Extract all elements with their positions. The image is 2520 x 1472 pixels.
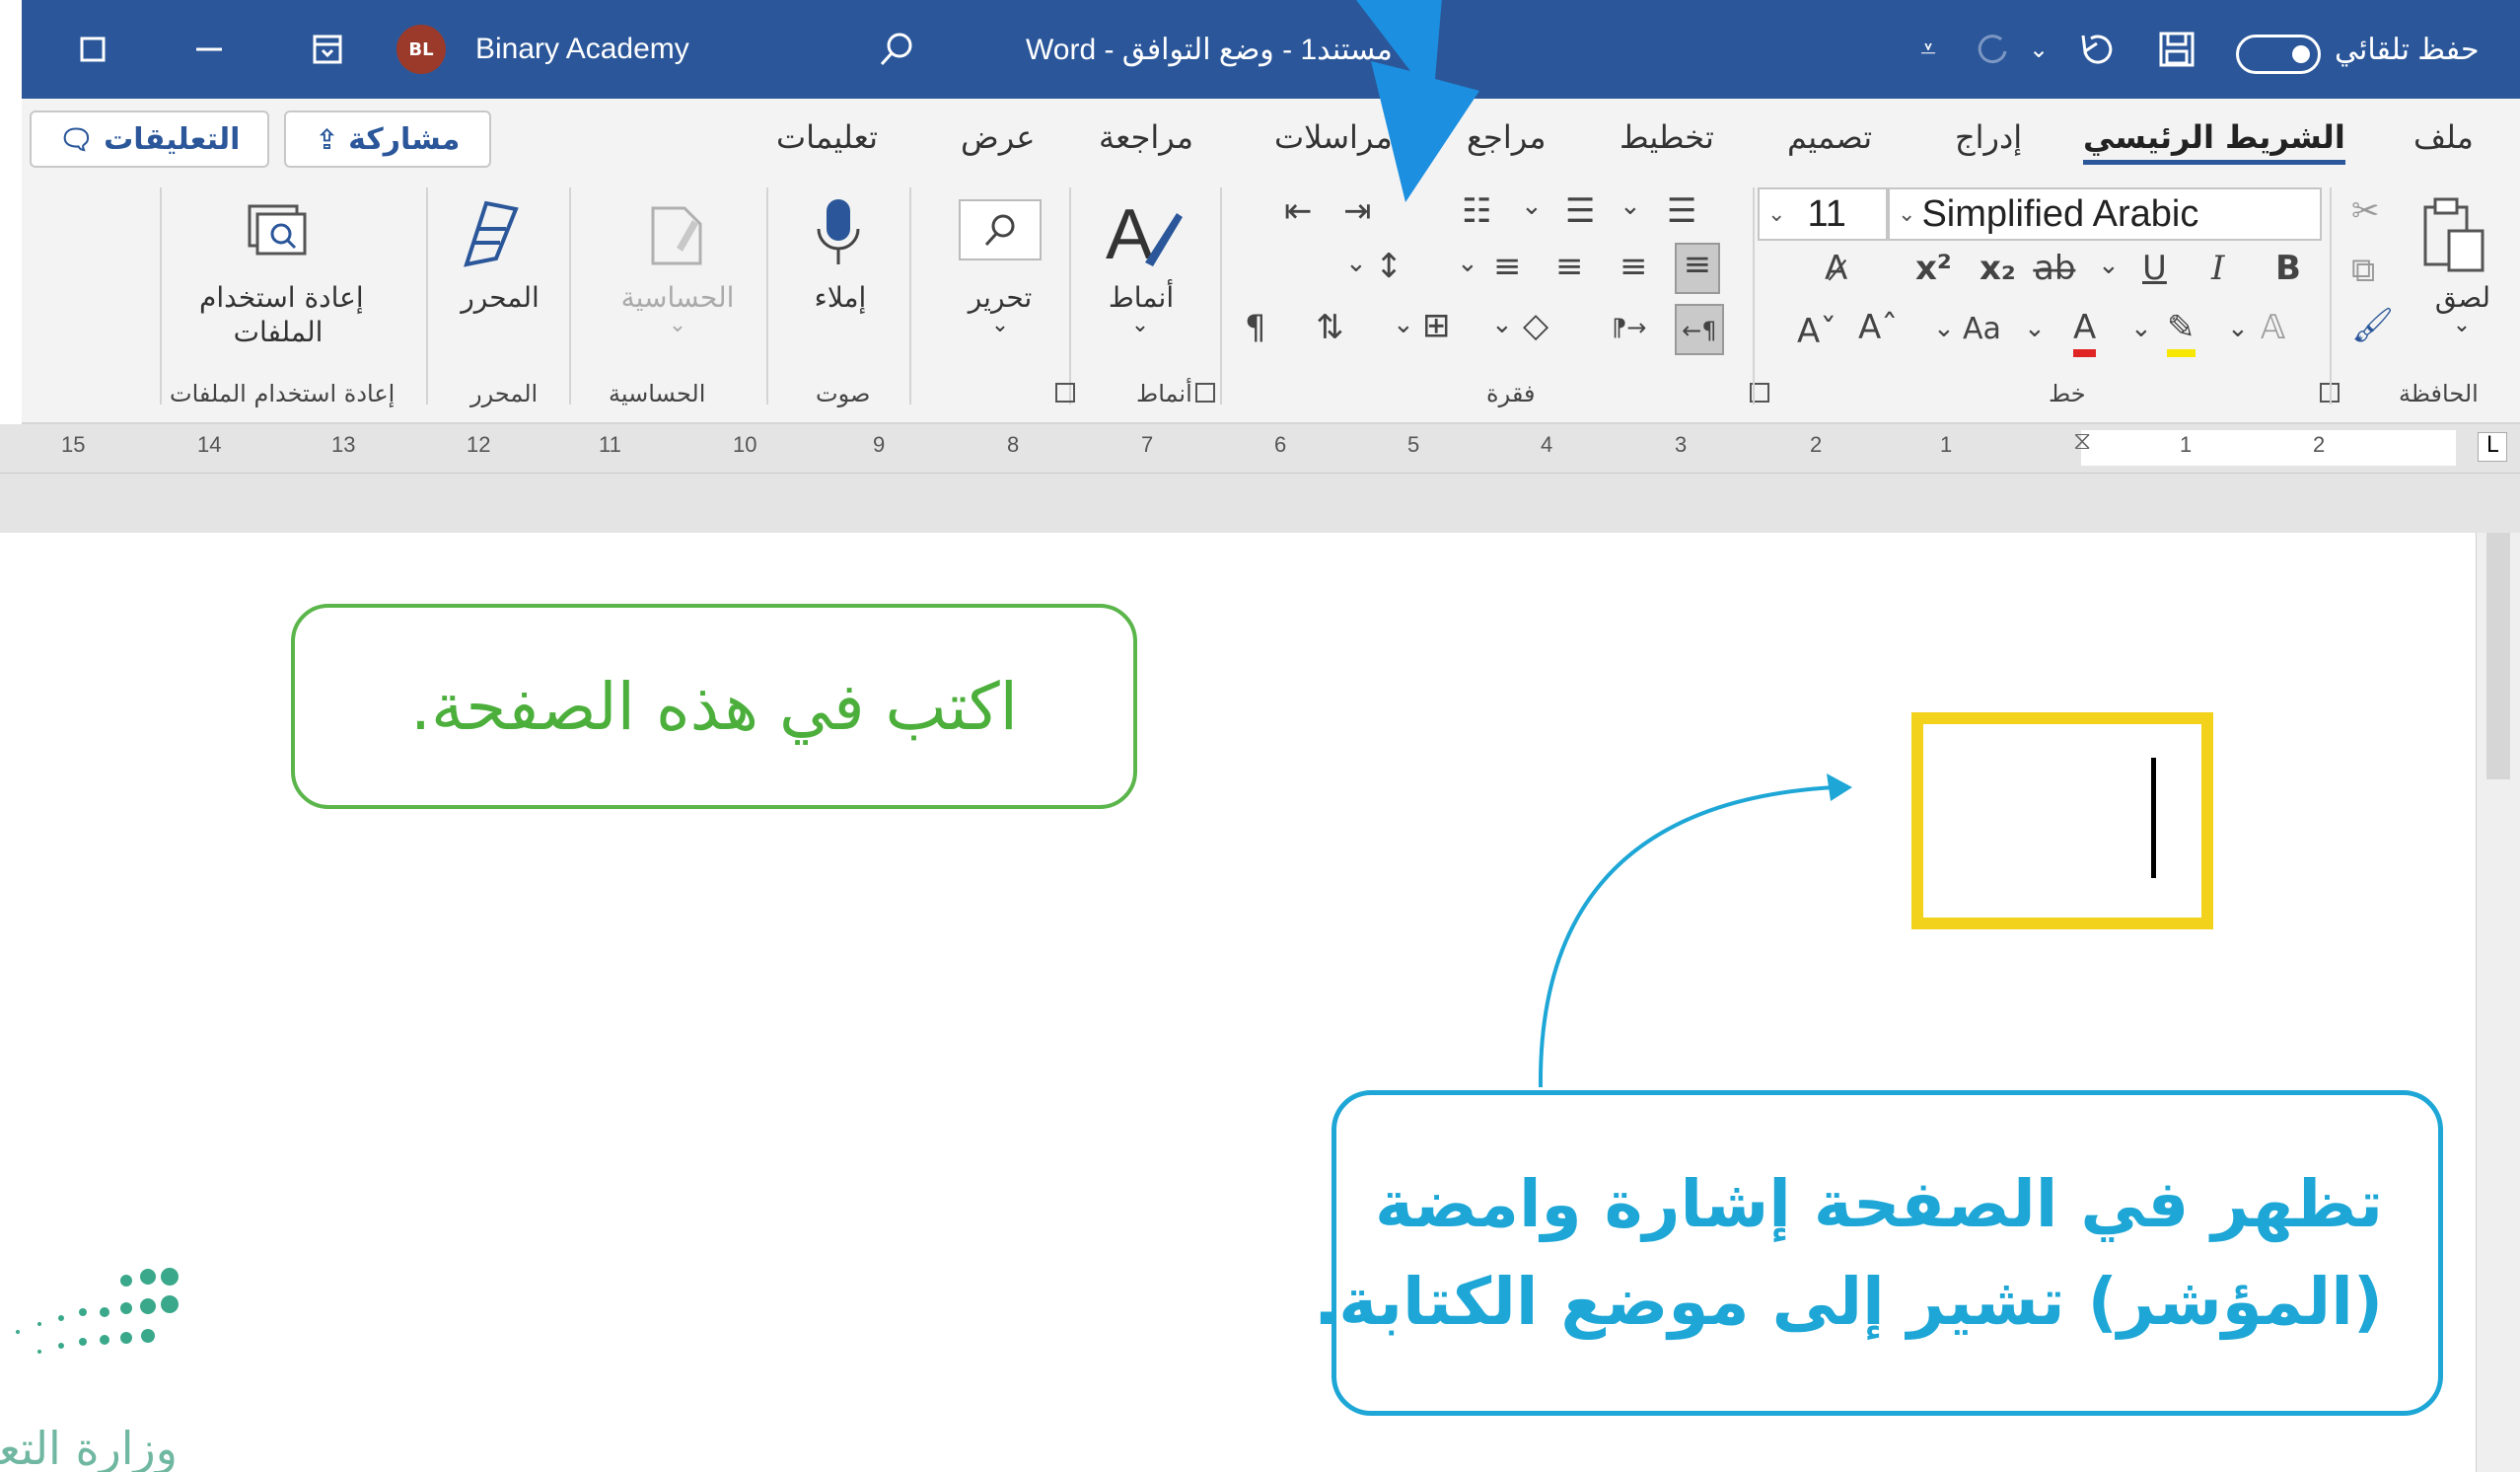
curved-arrow — [1538, 785, 1836, 1088]
cursor-highlight-box — [1911, 712, 2213, 929]
callout-cursor-explanation: تظهر في الصفحة إشارة وامضة (المؤشر) تشير… — [1314, 1090, 2443, 1416]
arrow-head — [1827, 773, 1852, 801]
callout-line-2: (المؤشر) تشير إلى موضع الكتابة. — [1314, 1264, 2383, 1340]
pointer-arrow — [1356, 0, 1479, 202]
text-cursor — [2151, 758, 2156, 878]
ministry-logo: وزارة التعليم — [0, 1253, 197, 1472]
callout-line-1: تظهر في الصفحة إشارة وامضة — [1375, 1166, 2383, 1242]
callout-write-here: اكتب في هذه الصفحة. — [291, 604, 1137, 809]
svg-text:وزارة التعليم: وزارة التعليم — [0, 1422, 178, 1472]
callout-write-here-text: اكتب في هذه الصفحة. — [409, 668, 1019, 745]
